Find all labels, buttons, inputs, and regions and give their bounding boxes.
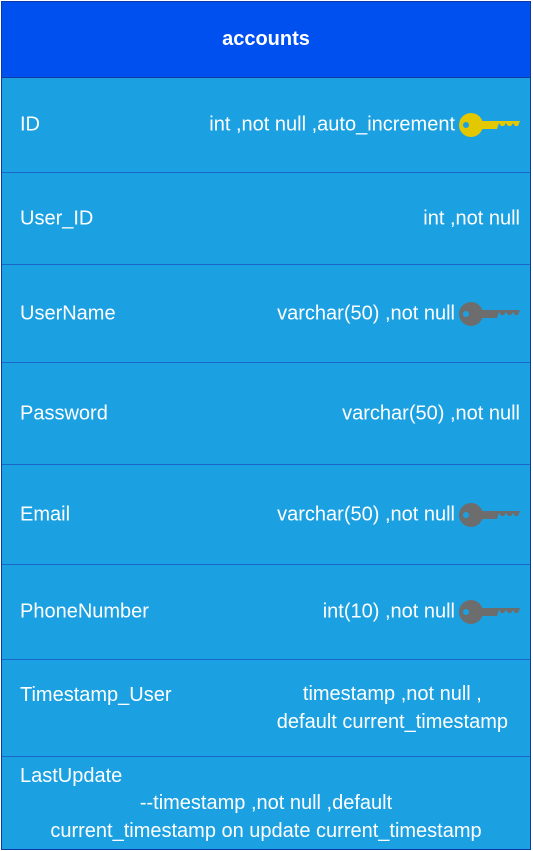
column-type-line: default current_timestamp <box>276 711 508 733</box>
column-type: int ,not null ,auto_increment <box>209 113 455 135</box>
column-name: LastUpdate <box>20 765 123 787</box>
primary-key-icon <box>459 112 520 137</box>
table-row-phonenumber: PhoneNumber int(10) ,not null <box>2 565 530 660</box>
column-type-line: timestamp ,not null , <box>302 683 482 705</box>
column-type: varchar(50) ,not null <box>342 402 520 424</box>
key-icon <box>459 502 520 527</box>
column-type: int(10) ,not null <box>322 600 455 623</box>
column-name: ID <box>20 113 40 135</box>
column-type-line: current_timestamp on update current_time… <box>50 820 482 842</box>
table-row-user-id: User_ID int ,not null <box>2 173 530 265</box>
column-name: Timestamp_User <box>20 684 172 706</box>
table-header: accounts <box>2 2 530 78</box>
table-title: accounts <box>222 28 310 50</box>
key-icon <box>459 301 520 326</box>
table-row-id: ID int ,not null ,auto_increment <box>2 77 530 173</box>
column-type: varchar(50) ,not null <box>277 503 455 525</box>
column-name: PhoneNumber <box>20 600 149 623</box>
key-icon <box>459 600 520 624</box>
column-name: User_ID <box>20 207 94 229</box>
column-name: UserName <box>20 302 116 324</box>
table-row-lastupdate: LastUpdate --timestamp ,not null ,defaul… <box>2 757 530 851</box>
table-row-password: Password varchar(50) ,not null <box>2 363 530 465</box>
column-type: timestamp ,not null , default current_ti… <box>277 680 508 736</box>
table-row-username: UserName varchar(50) ,not null <box>2 265 530 363</box>
accounts-table: accounts ID int ,not null ,auto_incremen… <box>1 1 531 850</box>
column-type: int ,not null <box>423 207 520 229</box>
column-type: varchar(50) ,not null <box>277 302 455 324</box>
column-type-line: --timestamp ,not null ,default <box>139 792 393 814</box>
table-row-timestamp-user: Timestamp_User timestamp ,not null , def… <box>2 660 530 757</box>
column-name: Email <box>20 503 71 525</box>
column-type: --timestamp ,not null ,default current_t… <box>2 789 530 845</box>
table-row-email: Email varchar(50) ,not null <box>2 465 530 565</box>
column-name: Password <box>20 402 108 424</box>
